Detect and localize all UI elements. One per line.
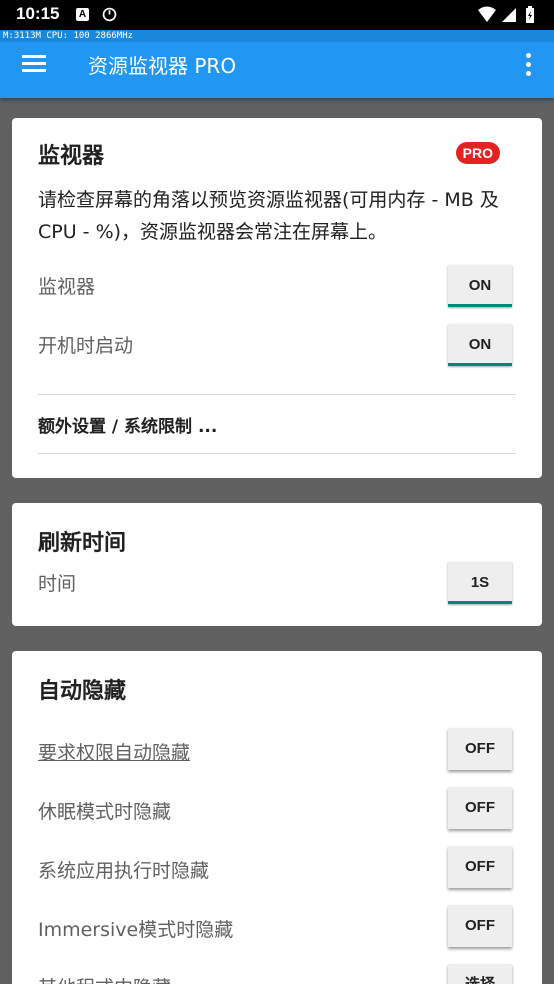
sleep-hide-label: 休眠模式时隐藏 xyxy=(38,801,172,823)
refresh-time-label: 时间 xyxy=(38,573,77,595)
autohide-card-title: 自动隐藏 xyxy=(38,679,127,704)
monitor-toggle[interactable]: ON xyxy=(448,265,512,307)
pro-badge: PRO xyxy=(455,142,500,164)
divider xyxy=(38,394,516,395)
boot-start-toggle[interactable]: ON xyxy=(448,324,512,366)
system-app-hide-toggle[interactable]: OFF xyxy=(448,846,512,888)
divider xyxy=(38,453,516,454)
menu-icon[interactable] xyxy=(14,46,54,82)
power-icon xyxy=(102,7,117,22)
status-icons xyxy=(478,6,534,23)
app-title: 资源监视器 PRO xyxy=(88,54,237,78)
wifi-icon xyxy=(478,6,496,22)
signal-icon xyxy=(502,8,516,22)
status-time: 10:15 xyxy=(16,4,60,23)
monitor-card-title: 监视器 xyxy=(38,144,105,169)
battery-icon xyxy=(526,6,534,23)
more-vert-icon[interactable] xyxy=(516,48,540,80)
permission-autohide-toggle[interactable]: OFF xyxy=(448,728,512,770)
monitor-card: 监视器 PRO 请检查屏幕的角落以预览资源监视器(可用内存 - MB 及 CPU… xyxy=(12,118,542,478)
refresh-card-title: 刷新时间 xyxy=(38,531,127,556)
immersive-hide-label: Immersive模式时隐藏 xyxy=(38,919,234,941)
system-app-hide-label: 系统应用执行时隐藏 xyxy=(38,860,210,882)
immersive-hide-toggle[interactable]: OFF xyxy=(448,905,512,947)
refresh-time-button[interactable]: 1S xyxy=(448,562,512,604)
other-apps-select-button[interactable]: 选择 xyxy=(448,964,512,984)
other-apps-hide-label: 其他程式中隐藏 xyxy=(38,973,171,984)
sleep-hide-toggle[interactable]: OFF xyxy=(448,787,512,829)
resource-overlay: M:3113M CPU: 100 2866MHz xyxy=(0,30,554,42)
status-bar: 10:15 A xyxy=(0,0,554,30)
extra-settings-link[interactable]: 额外设置 / 系统限制 ... xyxy=(38,412,217,437)
monitor-description: 请检查屏幕的角落以预览资源监视器(可用内存 - MB 及 CPU - %)，资源… xyxy=(38,189,499,243)
notification-a-icon: A xyxy=(76,8,89,21)
permission-autohide-label[interactable]: 要求权限自动隐藏 xyxy=(38,738,190,765)
monitor-toggle-label: 监视器 xyxy=(38,276,96,298)
refresh-card: 刷新时间 时间 1S xyxy=(12,503,542,626)
autohide-card: 自动隐藏 要求权限自动隐藏 OFF 休眠模式时隐藏 OFF 系统应用执行时隐藏 … xyxy=(12,651,542,984)
boot-start-label: 开机时启动 xyxy=(38,335,134,357)
